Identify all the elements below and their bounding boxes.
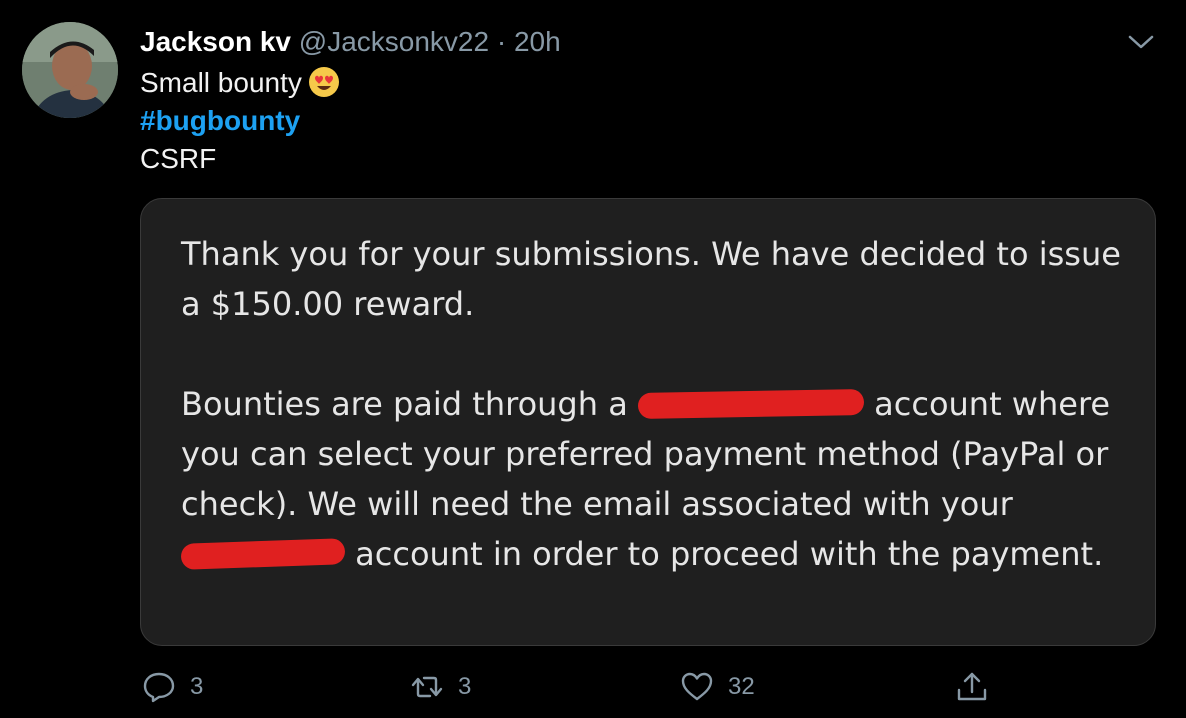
paragraph-2-part-a: Bounties are paid through a [181,385,628,423]
reply-icon [143,672,175,703]
separator-dot: · [496,26,507,57]
paragraph-2: Bounties are paid through a account wher… [180,379,1141,579]
hashtag-link[interactable]: #bugbounty [140,104,300,138]
image-text: Thank you for your submissions. We have … [180,229,1141,579]
attached-image-card[interactable]: Thank you for your submissions. We have … [140,198,1156,646]
redaction-mark [637,389,865,419]
redaction-mark [180,538,346,570]
chevron-down-icon[interactable] [1126,30,1156,54]
like-count: 32 [728,673,755,700]
heart-eyes-emoji-icon [308,66,340,106]
paragraph-2-part-c: account in order to proceed with the pay… [355,535,1104,573]
avatar[interactable] [22,22,118,118]
tweet-text-line-3: CSRF [140,143,217,174]
retweet-icon [411,676,443,698]
heart-icon [681,672,713,701]
share-icon [957,672,987,701]
tweet-text-line-1: Small bounty [140,66,340,106]
like-button[interactable]: 32 [680,670,755,704]
retweet-count: 3 [458,673,472,700]
reply-count: 3 [190,673,204,700]
paragraph-1: Thank you for your submissions. We have … [181,235,1121,323]
author-handle[interactable]: @Jacksonkv22 [299,26,489,57]
tweet-header: Jackson kv @Jacksonkv22 · 20h [140,26,561,58]
retweet-button[interactable]: 3 [410,670,471,704]
share-button[interactable] [955,670,989,704]
tweet-time[interactable]: 20h [514,26,561,57]
tweet-text: Small bounty [140,67,302,98]
author-name[interactable]: Jackson kv [140,26,291,57]
reply-button[interactable]: 3 [142,670,203,704]
